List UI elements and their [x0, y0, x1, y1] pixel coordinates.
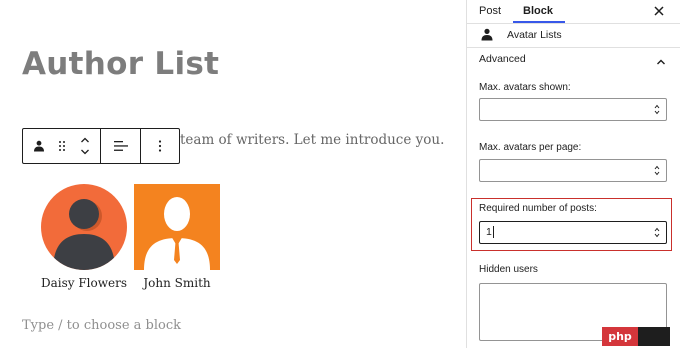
avatar-block-icon[interactable]	[28, 129, 50, 163]
block-card: Avatar Lists	[467, 24, 680, 48]
avatar	[134, 184, 220, 270]
more-options-icon[interactable]	[141, 129, 179, 163]
block-toolbar	[22, 128, 180, 164]
panel-advanced-toggle[interactable]: Advanced	[467, 48, 680, 72]
tab-post[interactable]: Post	[479, 5, 501, 17]
align-icon[interactable]	[101, 129, 140, 163]
active-tab-indicator	[513, 21, 565, 23]
max-avatars-input[interactable]	[479, 98, 667, 121]
author-name: Daisy Flowers	[40, 276, 128, 290]
close-icon[interactable]	[652, 4, 666, 18]
required-posts-value: 1	[486, 226, 492, 238]
spinner-icon[interactable]	[654, 226, 660, 239]
hidden-users-label: Hidden users	[479, 264, 538, 275]
watermark-logo: php	[602, 327, 638, 346]
spinner-icon[interactable]	[654, 164, 660, 177]
intro-paragraph[interactable]: team of writers. Let me introduce you.	[180, 132, 444, 148]
per-page-input[interactable]	[479, 159, 667, 182]
author-item[interactable]: John Smith	[134, 184, 220, 290]
author-item[interactable]: Daisy Flowers	[40, 184, 128, 290]
drag-handle-icon[interactable]	[51, 129, 73, 163]
sidebar-tabs: Post Block	[467, 0, 680, 24]
watermark-dark	[638, 327, 670, 346]
editor-canvas: Author List team of writers. Let me intr…	[0, 0, 466, 348]
text-caret	[492, 226, 494, 239]
author-list: Daisy Flowers John Smith	[40, 184, 220, 290]
required-posts-label: Required number of posts:	[479, 203, 597, 214]
toolbar-group-block	[23, 129, 101, 163]
avatar-block-icon	[481, 28, 493, 46]
max-avatars-label: Max. avatars shown:	[479, 82, 571, 93]
page-title[interactable]: Author List	[22, 46, 219, 82]
required-posts-input[interactable]: 1	[479, 221, 667, 244]
chevron-up-icon	[656, 53, 666, 71]
move-up-down-icon[interactable]	[74, 129, 96, 163]
author-name: John Smith	[143, 276, 211, 290]
block-name: Avatar Lists	[507, 29, 562, 41]
per-page-label: Max. avatars per page:	[479, 142, 582, 153]
spinner-icon[interactable]	[654, 103, 660, 116]
avatar	[41, 184, 127, 270]
settings-sidebar: Post Block Avatar Lists Advanced Max. av…	[466, 0, 680, 348]
tab-block[interactable]: Block	[523, 5, 553, 17]
panel-title: Advanced	[479, 53, 526, 65]
toolbar-group-more	[141, 129, 179, 163]
watermark: php	[602, 327, 670, 346]
block-appender[interactable]: Type / to choose a block	[22, 318, 181, 333]
toolbar-group-align	[101, 129, 141, 163]
